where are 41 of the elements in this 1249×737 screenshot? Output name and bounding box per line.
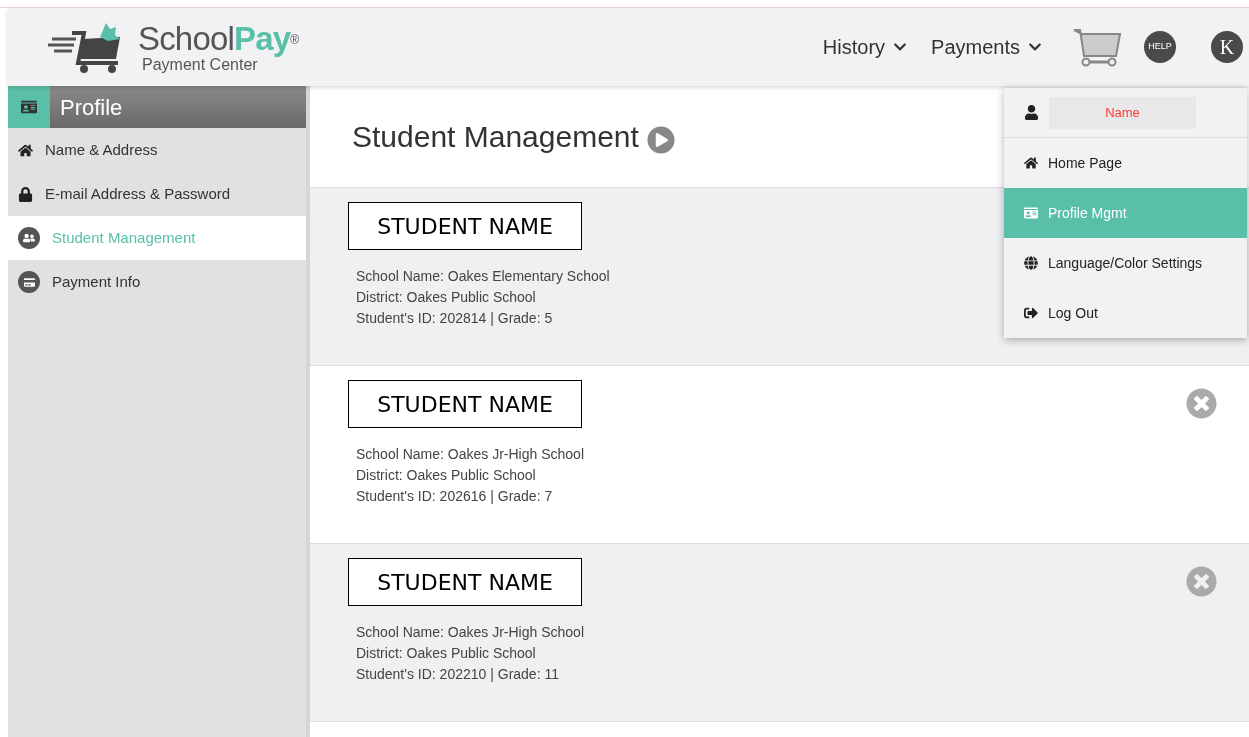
home-icon (18, 142, 33, 158)
district: District: Oakes Public School (356, 644, 537, 663)
remove-icon[interactable] (1186, 388, 1217, 419)
video-icon[interactable] (646, 125, 675, 154)
shopping-cart-icon[interactable] (1072, 26, 1122, 68)
remove-icon[interactable] (1186, 566, 1217, 597)
home-icon (1024, 156, 1038, 170)
student-id-grade: Student's ID: 202616 | Grade: 7 (356, 487, 554, 506)
school-name: School Name: Oakes Jr-High School (356, 445, 584, 464)
student-name: STUDENT NAME (348, 558, 582, 606)
avatar-button[interactable]: K (1211, 31, 1243, 63)
school-name: School Name: Oakes Elementary School (356, 267, 610, 286)
student-name: STUDENT NAME (348, 380, 582, 428)
user-menu-item[interactable]: Language/Color Settings (1004, 238, 1247, 288)
sidebar-item[interactable]: Name & Address (8, 128, 306, 172)
sidebar-title: Profile (60, 93, 123, 122)
school-name: School Name: Oakes Jr-High School (356, 623, 584, 642)
student-name: STUDENT NAME (348, 202, 582, 250)
user-name: Name (1049, 96, 1196, 129)
card-icon (18, 271, 40, 293)
user-menu-item[interactable]: Log Out (1004, 288, 1247, 338)
logo-wordmark: SchoolPay$^{®}$ (138, 21, 299, 55)
sidebar-item[interactable]: Payment Info (8, 260, 306, 304)
id-card-icon (1024, 206, 1038, 220)
lock-icon (18, 186, 33, 202)
globe-icon (1024, 256, 1038, 270)
student-id-grade: Student's ID: 202814 | Grade: 5 (356, 309, 554, 328)
sidebar-item[interactable]: E-mail Address & Password (8, 172, 306, 216)
logo-subtitle: Payment Center (142, 56, 258, 73)
logout-icon (1024, 306, 1038, 320)
student-id-grade: Student's ID: 202210 | Grade: 11 (356, 665, 560, 684)
students-icon (18, 227, 40, 249)
help-button[interactable]: HELP (1144, 31, 1176, 63)
district: District: Oakes Public School (356, 466, 537, 485)
district: District: Oakes Public School (356, 288, 537, 307)
user-menu-item[interactable]: Home Page (1004, 138, 1247, 188)
id-card-icon (21, 99, 37, 115)
nav-menu-button[interactable]: Payments (931, 32, 1042, 62)
page-title: Student Management (352, 119, 639, 155)
user-icon (1024, 105, 1039, 120)
nav-menu-button[interactable]: History (822, 32, 908, 62)
